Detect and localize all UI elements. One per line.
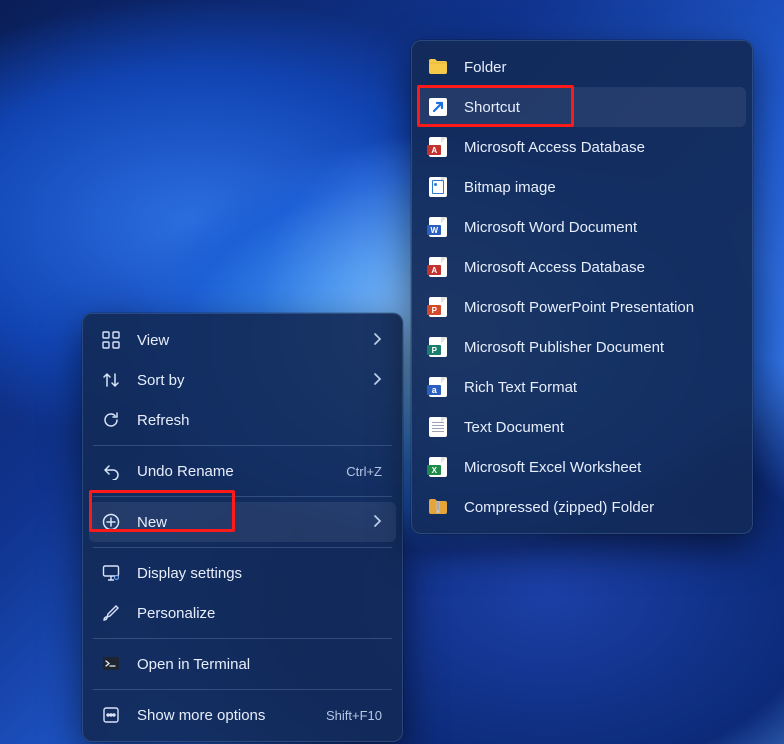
- bitmap-file-icon: [428, 177, 448, 197]
- menu-label: Open in Terminal: [137, 656, 382, 673]
- submenu-item-shortcut[interactable]: Shortcut: [418, 87, 746, 127]
- text-file-icon: [428, 417, 448, 437]
- menu-label: Shortcut: [464, 99, 732, 116]
- menu-label: Sort by: [137, 372, 352, 389]
- menu-label: Microsoft Excel Worksheet: [464, 459, 732, 476]
- menu-label: Microsoft Access Database: [464, 259, 732, 276]
- display-icon: [99, 561, 123, 585]
- rtf-file-icon: a: [428, 377, 448, 397]
- menu-separator: [93, 445, 392, 446]
- menu-label: Microsoft Access Database: [464, 139, 732, 156]
- submenu-item-excel[interactable]: X Microsoft Excel Worksheet: [418, 447, 746, 487]
- menu-label: Personalize: [137, 605, 382, 622]
- menu-label: Microsoft PowerPoint Presentation: [464, 299, 732, 316]
- publisher-file-icon: P: [428, 337, 448, 357]
- menu-item-refresh[interactable]: Refresh: [89, 400, 396, 440]
- menu-label: Refresh: [137, 412, 382, 429]
- access-file-icon: A: [428, 137, 448, 157]
- submenu-item-powerpoint[interactable]: P Microsoft PowerPoint Presentation: [418, 287, 746, 327]
- menu-label: Microsoft Publisher Document: [464, 339, 732, 356]
- menu-item-more-options[interactable]: Show more options Shift+F10: [89, 695, 396, 735]
- submenu-item-publisher[interactable]: P Microsoft Publisher Document: [418, 327, 746, 367]
- submenu-item-folder[interactable]: Folder: [418, 47, 746, 87]
- brush-icon: [99, 601, 123, 625]
- zip-folder-icon: [428, 497, 448, 517]
- chevron-right-icon: [374, 372, 382, 389]
- menu-item-sort-by[interactable]: Sort by: [89, 360, 396, 400]
- menu-item-view[interactable]: View: [89, 320, 396, 360]
- desktop-context-menu: View Sort by Refresh Undo Rena: [82, 313, 403, 742]
- refresh-icon: [99, 408, 123, 432]
- menu-label: Display settings: [137, 565, 382, 582]
- menu-item-new[interactable]: New: [89, 502, 396, 542]
- grid-icon: [99, 328, 123, 352]
- menu-separator: [93, 689, 392, 690]
- menu-separator: [93, 496, 392, 497]
- menu-label: Rich Text Format: [464, 379, 732, 396]
- sort-icon: [99, 368, 123, 392]
- folder-icon: [428, 57, 448, 77]
- undo-icon: [99, 459, 123, 483]
- submenu-item-word[interactable]: W Microsoft Word Document: [418, 207, 746, 247]
- chevron-right-icon: [374, 332, 382, 349]
- menu-item-display-settings[interactable]: Display settings: [89, 553, 396, 593]
- submenu-item-text[interactable]: Text Document: [418, 407, 746, 447]
- chevron-right-icon: [374, 514, 382, 531]
- terminal-icon: [99, 652, 123, 676]
- access-file-icon: A: [428, 257, 448, 277]
- submenu-item-zip[interactable]: Compressed (zipped) Folder: [418, 487, 746, 527]
- menu-item-open-terminal[interactable]: Open in Terminal: [89, 644, 396, 684]
- menu-shortcut: Ctrl+Z: [346, 464, 382, 479]
- submenu-item-access-2[interactable]: A Microsoft Access Database: [418, 247, 746, 287]
- powerpoint-file-icon: P: [428, 297, 448, 317]
- submenu-item-access[interactable]: A Microsoft Access Database: [418, 127, 746, 167]
- menu-label: Show more options: [137, 707, 302, 724]
- submenu-item-rtf[interactable]: a Rich Text Format: [418, 367, 746, 407]
- menu-item-undo-rename[interactable]: Undo Rename Ctrl+Z: [89, 451, 396, 491]
- more-options-icon: [99, 703, 123, 727]
- menu-shortcut: Shift+F10: [326, 708, 382, 723]
- menu-label: New: [137, 514, 352, 531]
- menu-label: Undo Rename: [137, 463, 322, 480]
- menu-label: View: [137, 332, 352, 349]
- word-file-icon: W: [428, 217, 448, 237]
- menu-label: Compressed (zipped) Folder: [464, 499, 732, 516]
- menu-label: Bitmap image: [464, 179, 732, 196]
- menu-label: Folder: [464, 59, 732, 76]
- new-submenu: Folder Shortcut A Microsoft Access Datab…: [411, 40, 753, 534]
- menu-item-personalize[interactable]: Personalize: [89, 593, 396, 633]
- excel-file-icon: X: [428, 457, 448, 477]
- menu-label: Microsoft Word Document: [464, 219, 732, 236]
- menu-label: Text Document: [464, 419, 732, 436]
- menu-separator: [93, 638, 392, 639]
- menu-separator: [93, 547, 392, 548]
- submenu-item-bitmap[interactable]: Bitmap image: [418, 167, 746, 207]
- plus-circle-icon: [99, 510, 123, 534]
- shortcut-icon: [428, 97, 448, 117]
